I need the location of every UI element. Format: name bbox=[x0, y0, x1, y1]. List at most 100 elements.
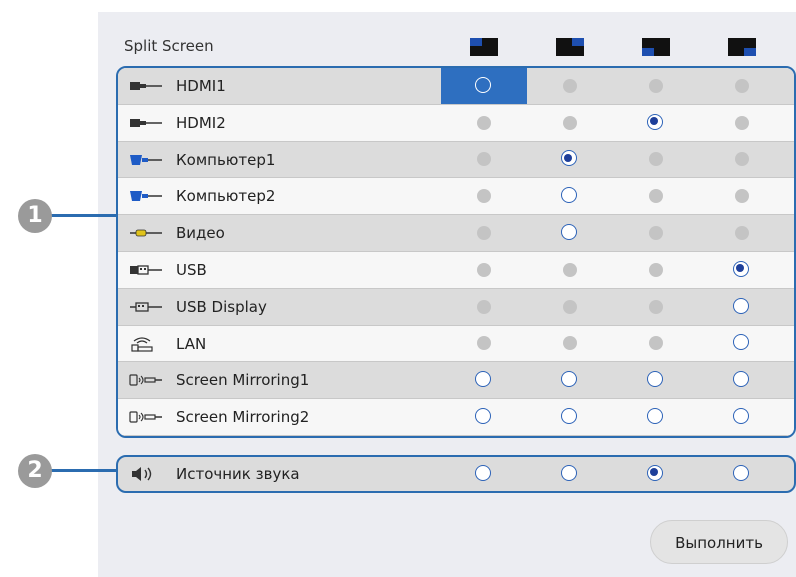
source-row: HDMI1 bbox=[118, 68, 794, 105]
radio-empty[interactable] bbox=[475, 408, 491, 425]
layout-cell[interactable] bbox=[441, 68, 527, 104]
layout-cell[interactable] bbox=[527, 142, 613, 178]
source-row: Компьютер2 bbox=[118, 178, 794, 216]
audio-layout-cell[interactable] bbox=[613, 457, 699, 491]
layout-cell[interactable] bbox=[441, 399, 527, 435]
radio-disabled bbox=[735, 78, 749, 93]
layout-cell bbox=[527, 105, 613, 141]
layout-cell bbox=[613, 178, 699, 214]
radio-checked[interactable] bbox=[733, 260, 749, 277]
layout-cell bbox=[441, 105, 527, 141]
layout-cell[interactable] bbox=[527, 215, 613, 251]
radio-empty[interactable] bbox=[647, 371, 663, 388]
screen-mirroring-icon bbox=[129, 411, 162, 423]
source-row: Видео bbox=[118, 215, 794, 252]
radio-disabled bbox=[649, 226, 663, 241]
callout-2: 2 bbox=[18, 454, 52, 488]
layout-cell[interactable] bbox=[527, 178, 613, 214]
radio-disabled bbox=[735, 152, 749, 167]
source-label: LAN bbox=[176, 334, 207, 353]
radio-disabled bbox=[563, 78, 577, 93]
radio-focused[interactable] bbox=[475, 76, 491, 93]
layout-cell bbox=[613, 142, 699, 178]
radio-empty[interactable] bbox=[561, 224, 577, 241]
radio-disabled bbox=[477, 152, 491, 167]
source-label: HDMI1 bbox=[176, 77, 226, 95]
radio-empty[interactable] bbox=[561, 371, 577, 388]
source-row: USB Display bbox=[118, 288, 794, 326]
radio-disabled bbox=[649, 336, 663, 351]
layout-cell bbox=[441, 178, 527, 214]
radio-empty[interactable] bbox=[733, 465, 749, 481]
radio-empty[interactable] bbox=[475, 371, 491, 388]
layout-cell bbox=[441, 215, 527, 251]
speaker-icon bbox=[132, 467, 152, 481]
radio-empty[interactable] bbox=[733, 334, 749, 351]
usb-display-icon bbox=[130, 302, 162, 312]
layout-cell bbox=[527, 289, 613, 325]
radio-disabled bbox=[735, 189, 749, 204]
layout-cell bbox=[613, 68, 699, 104]
layout-cell[interactable] bbox=[699, 252, 785, 288]
layout-cell bbox=[613, 326, 699, 362]
callout-2-leader bbox=[50, 469, 118, 472]
layout-cell bbox=[699, 142, 785, 178]
layout-cell bbox=[527, 326, 613, 362]
layout-cell bbox=[699, 215, 785, 251]
layout-bottom-right-icon bbox=[728, 38, 756, 56]
layout-top-left-icon bbox=[470, 38, 498, 56]
radio-empty[interactable] bbox=[733, 297, 749, 314]
radio-checked[interactable] bbox=[647, 113, 663, 130]
source-row: LAN bbox=[118, 325, 794, 363]
source-row: HDMI2 bbox=[118, 104, 794, 142]
radio-checked[interactable] bbox=[647, 465, 663, 481]
radio-empty[interactable] bbox=[561, 465, 577, 481]
layout-cell[interactable] bbox=[699, 289, 785, 325]
layout-cell bbox=[441, 289, 527, 325]
radio-checked[interactable] bbox=[561, 150, 577, 167]
source-label: HDMI2 bbox=[176, 113, 226, 132]
source-label: USB Display bbox=[176, 297, 267, 316]
radio-empty[interactable] bbox=[561, 187, 577, 204]
layout-cell bbox=[699, 68, 785, 104]
radio-empty[interactable] bbox=[475, 465, 491, 481]
source-label: Компьютер2 bbox=[176, 187, 276, 206]
layout-cell[interactable] bbox=[613, 399, 699, 435]
radio-empty[interactable] bbox=[647, 408, 663, 425]
hdmi-icon bbox=[130, 82, 162, 90]
radio-disabled bbox=[649, 152, 663, 167]
layout-cell bbox=[441, 142, 527, 178]
callout-1: 1 bbox=[18, 199, 52, 233]
radio-disabled bbox=[735, 226, 749, 241]
radio-empty[interactable] bbox=[733, 408, 749, 425]
usb-icon bbox=[130, 265, 162, 275]
layout-cell[interactable] bbox=[699, 399, 785, 435]
hdmi-icon bbox=[130, 118, 162, 127]
layout-cell bbox=[441, 252, 527, 288]
audio-source-row: Источник звука bbox=[116, 455, 796, 493]
layout-cell bbox=[699, 105, 785, 141]
radio-disabled bbox=[477, 189, 491, 204]
source-label: Screen Mirroring1 bbox=[176, 371, 310, 390]
layout-cell[interactable] bbox=[527, 362, 613, 398]
radio-empty[interactable] bbox=[561, 408, 577, 425]
radio-disabled bbox=[477, 299, 491, 314]
layout-cell[interactable] bbox=[613, 105, 699, 141]
audio-layout-cell[interactable] bbox=[699, 457, 785, 491]
layout-cell bbox=[441, 326, 527, 362]
audio-source-label: Источник звука bbox=[176, 465, 300, 483]
layout-cell[interactable] bbox=[613, 362, 699, 398]
video-rca-icon bbox=[130, 229, 162, 237]
audio-layout-cell[interactable] bbox=[441, 457, 527, 491]
radio-disabled bbox=[649, 299, 663, 314]
layout-cell[interactable] bbox=[441, 362, 527, 398]
layout-cell bbox=[527, 68, 613, 104]
audio-layout-cell[interactable] bbox=[527, 457, 613, 491]
layout-cell[interactable] bbox=[699, 326, 785, 362]
radio-disabled bbox=[563, 115, 577, 130]
radio-empty[interactable] bbox=[733, 371, 749, 388]
layout-cell[interactable] bbox=[527, 399, 613, 435]
vga-computer-icon bbox=[130, 191, 162, 202]
run-button[interactable]: Выполнить bbox=[650, 520, 788, 564]
layout-cell[interactable] bbox=[699, 362, 785, 398]
